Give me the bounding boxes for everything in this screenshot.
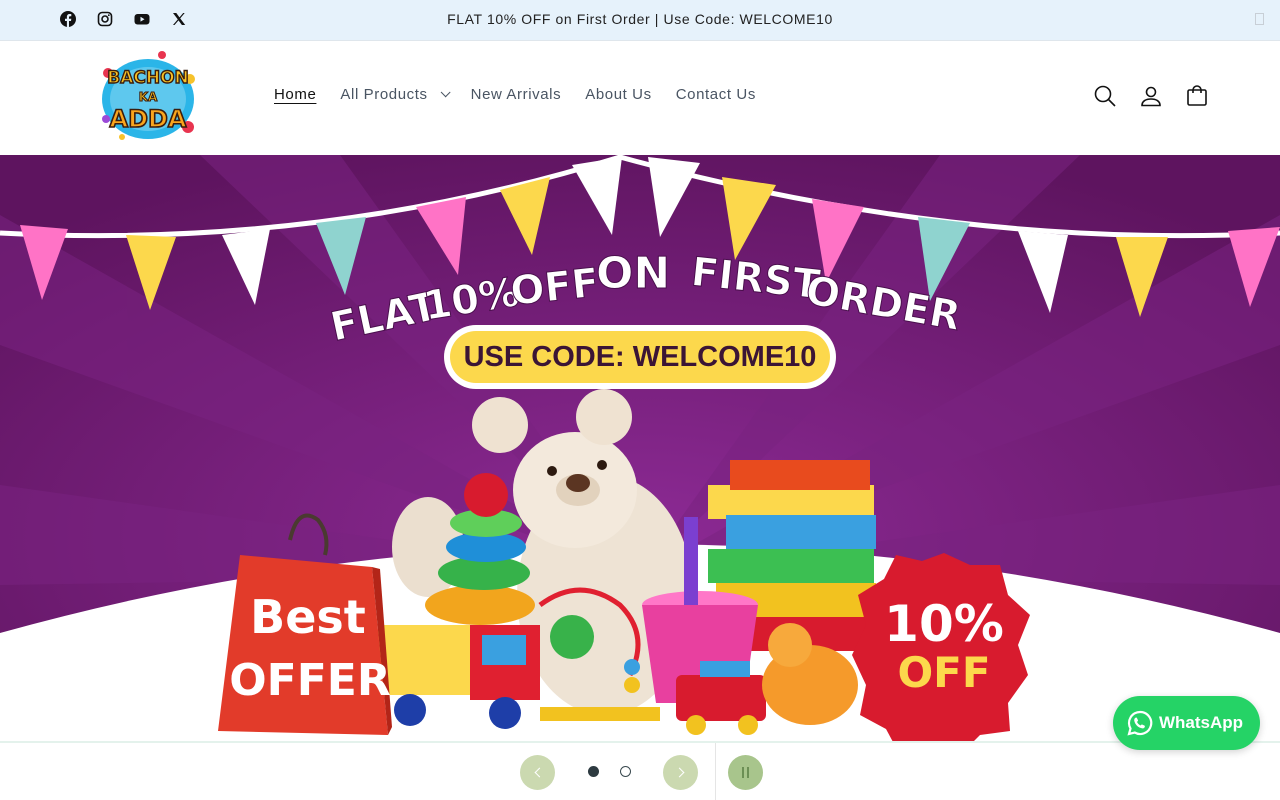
next-slide-icon — [674, 767, 684, 778]
nav-all-products-label: All Products — [340, 86, 428, 103]
hero-banner[interactable]: FLAT 10% OFF ON FIRST ORDER Best OFFER 1… — [0, 155, 1280, 743]
nav-new-arrivals[interactable]: New Arrivals — [459, 86, 574, 103]
header-actions — [1092, 83, 1210, 109]
nav-new-arrivals-label: New Arrivals — [470, 86, 562, 103]
svg-text:BACHON: BACHON — [107, 68, 189, 88]
badge-text-percent: 10% — [884, 595, 1004, 653]
nav-about-us-label: About Us — [585, 86, 652, 103]
previous-slide-button[interactable] — [520, 755, 555, 790]
nav-home[interactable]: Home — [262, 86, 328, 103]
badge-text-off: OFF — [897, 648, 990, 697]
previous-slide-icon — [534, 767, 544, 778]
pause-icon — [742, 767, 744, 778]
whatsapp-label: WhatsApp — [1159, 713, 1244, 732]
svg-text:KA: KA — [139, 90, 158, 104]
slide-dot-2[interactable] — [620, 766, 631, 777]
nav-contact-us[interactable]: Contact Us — [664, 86, 768, 103]
nav-all-products[interactable]: All Products — [328, 86, 458, 103]
svg-text:ADDA: ADDA — [110, 105, 187, 133]
whatsapp-icon — [1127, 710, 1153, 736]
site-header: BACHON KA ADDA Home All Products New Arr… — [0, 41, 1280, 155]
headline-word: ON — [596, 248, 670, 299]
promo-code-label: USE CODE: WELCOME10 — [450, 331, 830, 383]
whatsapp-button[interactable]: WhatsApp — [1113, 696, 1260, 750]
hero-illustration: FLAT 10% OFF ON FIRST ORDER Best OFFER 1… — [0, 155, 1280, 743]
pause-button[interactable] — [728, 755, 763, 790]
chevron-down-icon — [440, 87, 451, 98]
main-nav: Home All Products New Arrivals About Us … — [262, 86, 768, 103]
slider-controls — [0, 741, 1280, 800]
nav-about-us[interactable]: About Us — [573, 86, 664, 103]
next-slide-button[interactable] — [663, 755, 698, 790]
headline-word: OFF — [508, 260, 601, 315]
slide-dot-1[interactable] — [588, 766, 599, 777]
search-icon[interactable] — [1092, 83, 1118, 109]
nav-contact-us-label: Contact Us — [675, 86, 756, 103]
nav-home-label: Home — [274, 86, 317, 103]
announcement-bar: FLAT 10% OFF on First Order | Use Code: … — [0, 0, 1280, 41]
promo-code-pill: USE CODE: WELCOME10 — [444, 325, 836, 389]
bag-text-best: Best — [250, 590, 366, 644]
controls-divider — [715, 743, 716, 800]
store-logo[interactable]: BACHON KA ADDA — [92, 49, 204, 145]
bag-text-offer: OFFER — [229, 655, 390, 706]
account-icon[interactable] — [1138, 83, 1164, 109]
cart-icon[interactable] — [1184, 83, 1210, 109]
announcement-next-icon[interactable] — [1255, 13, 1264, 25]
announcement-text: FLAT 10% OFF on First Order | Use Code: … — [447, 11, 833, 27]
